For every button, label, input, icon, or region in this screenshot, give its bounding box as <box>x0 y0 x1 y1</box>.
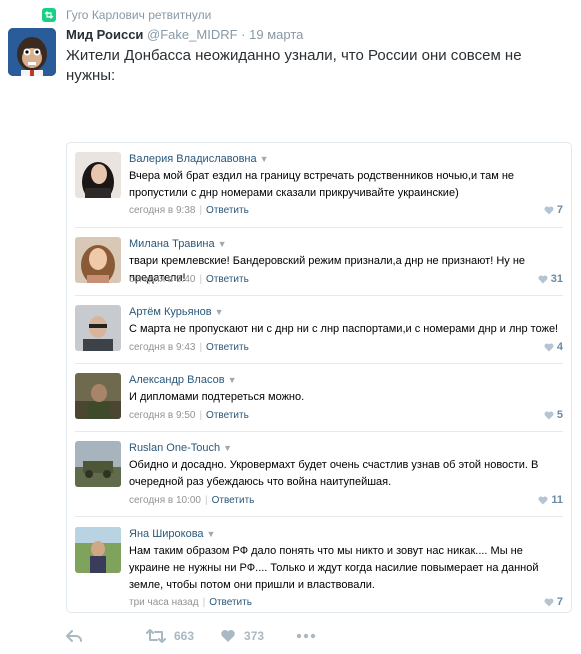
comment-author[interactable]: Яна Широкова <box>129 528 204 540</box>
reply-link[interactable]: Ответить <box>206 205 249 216</box>
like-count: 7 <box>556 204 563 216</box>
like-count: 5 <box>556 409 563 421</box>
tweet-actions: 663 373 <box>66 626 316 646</box>
dropdown-caret-icon[interactable]: ▼ <box>260 154 269 164</box>
more-icon <box>296 633 316 639</box>
more-button[interactable] <box>296 633 316 639</box>
author-handle[interactable]: @Fake_MIDRF <box>147 27 238 42</box>
meta-separator: | <box>202 597 206 608</box>
heart-icon <box>538 275 548 283</box>
retweet-text[interactable]: Гуго Карлович ретвитнули <box>66 8 211 22</box>
comment-avatar[interactable] <box>75 305 121 351</box>
meta-separator: | <box>199 410 203 421</box>
author-name[interactable]: Мид Роисси <box>66 27 143 42</box>
reply-link[interactable]: Ответить <box>206 274 249 285</box>
comment-author[interactable]: Артём Курьянов <box>129 306 212 318</box>
reply-link[interactable]: Ответить <box>206 410 249 421</box>
heart-icon <box>538 496 548 504</box>
tweet-header: Мид Роисси @Fake_MIDRF · 19 марта <box>66 27 303 42</box>
like-count: 31 <box>550 273 563 285</box>
comment-divider <box>75 516 563 517</box>
dropdown-caret-icon[interactable]: ▼ <box>207 529 216 539</box>
dropdown-caret-icon[interactable]: ▼ <box>228 375 237 385</box>
tweet-text: Жители Донбасса неожиданно узнали, что Р… <box>66 47 522 84</box>
tweet-date[interactable]: 19 марта <box>249 27 303 42</box>
comment-text: Вчера мой брат ездил на границу встречат… <box>129 170 515 199</box>
meta-separator: | <box>205 495 208 506</box>
comment-time[interactable]: сегодня в 10:00 <box>129 495 201 506</box>
comment-author[interactable]: Валерия Владиславовна <box>129 153 257 165</box>
separator-dot: · <box>241 27 246 42</box>
heart-icon <box>544 343 554 351</box>
comment-text: И дипломами подтереться можно. <box>129 391 305 403</box>
like-count: 373 <box>244 629 265 643</box>
retweet-context: Гуго Карлович ретвитнули <box>42 8 211 22</box>
comment-divider <box>75 227 563 228</box>
dropdown-caret-icon[interactable]: ▼ <box>218 239 227 249</box>
like-tweet-button[interactable]: 373 <box>220 629 264 643</box>
dropdown-caret-icon[interactable]: ▼ <box>215 307 224 317</box>
comment-avatar[interactable] <box>75 152 121 198</box>
comment-time[interactable]: сегодня в 9:50 <box>129 410 195 421</box>
heart-icon <box>544 598 554 606</box>
meta-separator: | <box>199 205 203 216</box>
comment-avatar[interactable] <box>75 441 121 487</box>
comment-author[interactable]: Александр Власов <box>129 374 225 386</box>
reply-link[interactable]: Ответить <box>209 597 252 608</box>
comment-text: С марта не пропускают ни с днр ни с лнр … <box>129 323 559 335</box>
comment-divider <box>75 295 563 296</box>
embedded-screenshot[interactable]: Валерия Владиславовна ▼ Вчера мой брат ез… <box>66 142 572 613</box>
like-count: 7 <box>556 596 563 608</box>
reply-link[interactable]: Ответить <box>206 342 249 353</box>
heart-icon <box>221 630 235 642</box>
comment-text: Обидно и досадно. Укровермахт будет очен… <box>129 459 539 488</box>
comment-author[interactable]: Ruslan One-Touch <box>129 442 220 454</box>
like-count: 11 <box>551 494 563 506</box>
comment-avatar[interactable] <box>75 527 121 573</box>
like-button[interactable]: 7 <box>544 596 563 608</box>
comment-divider <box>75 363 563 364</box>
comment-author[interactable]: Милана Травина <box>129 238 215 250</box>
comment-time[interactable]: сегодня в 9:38 <box>129 205 195 216</box>
like-button[interactable]: 5 <box>544 409 563 421</box>
like-button[interactable]: 31 <box>538 273 563 285</box>
reply-icon <box>66 630 82 642</box>
heart-icon <box>544 411 554 419</box>
avatar[interactable] <box>8 28 56 76</box>
comment-divider <box>75 431 563 432</box>
comment-time[interactable]: сегодня в 9:43 <box>129 342 195 353</box>
like-button[interactable]: 4 <box>544 341 563 353</box>
retweet-icon <box>146 629 166 643</box>
retweet-button[interactable]: 663 <box>146 629 194 643</box>
comment-time[interactable]: три часа назад <box>129 597 199 608</box>
like-button[interactable]: 7 <box>544 204 563 216</box>
like-count: 4 <box>556 341 563 353</box>
comment-time[interactable]: сегодня в 9:40 <box>129 274 195 285</box>
reply-button[interactable] <box>66 629 82 643</box>
dropdown-caret-icon[interactable]: ▼ <box>223 443 232 453</box>
heart-icon <box>544 206 554 214</box>
reply-link[interactable]: Ответить <box>212 495 255 506</box>
comment-avatar[interactable] <box>75 373 121 419</box>
meta-separator: | <box>199 274 203 285</box>
retweet-count: 663 <box>174 629 195 643</box>
retweet-icon <box>42 8 56 22</box>
meta-separator: | <box>199 342 203 353</box>
comment-avatar[interactable] <box>75 237 121 283</box>
comment-text: Нам таким образом РФ дало понять что мы … <box>129 545 539 591</box>
like-button[interactable]: 11 <box>538 494 563 506</box>
